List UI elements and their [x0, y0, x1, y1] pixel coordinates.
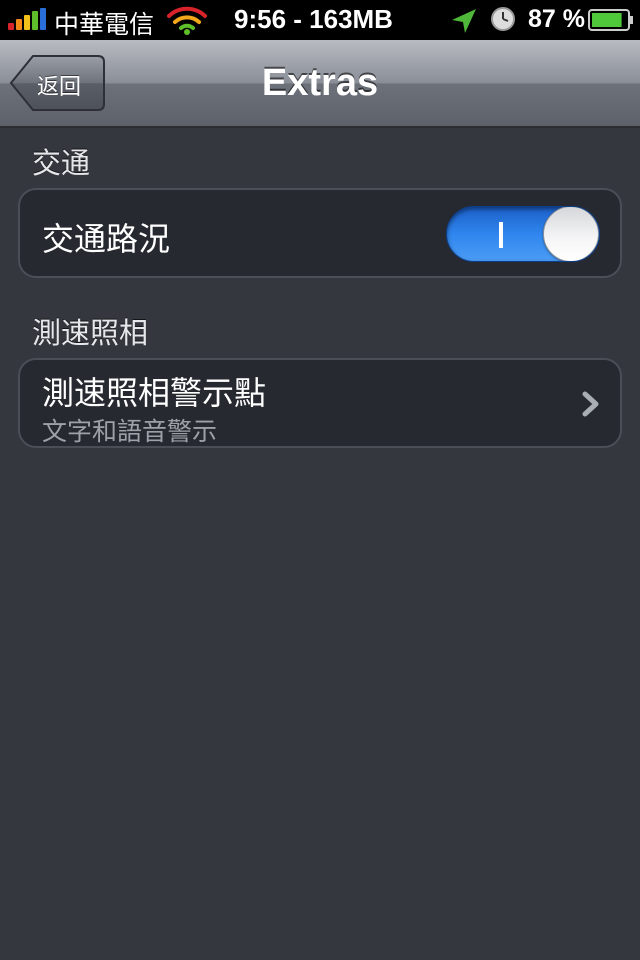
status-bar: 中華電信 9:56 - 163MB 87 %	[0, 0, 640, 40]
status-time: 9:56 - 163MB	[234, 4, 393, 34]
battery-percent: 87 %	[528, 5, 585, 33]
clock-icon	[491, 7, 515, 31]
wifi-icon	[167, 6, 207, 35]
traffic-conditions-row: 交通路況	[18, 188, 622, 278]
battery-icon	[588, 9, 633, 31]
page-title: Extras	[261, 62, 379, 104]
speed-camera-alerts-row[interactable]: 測速照相警示點 文字和語音警示	[18, 358, 622, 448]
location-arrow-icon	[452, 9, 476, 33]
navigation-bar: 返回 Extras	[0, 40, 640, 128]
section-header-speed-camera: 測速照相	[32, 316, 149, 350]
traffic-conditions-label: 交通路況	[42, 220, 171, 258]
traffic-conditions-toggle[interactable]	[446, 206, 600, 262]
toggle-on-indicator	[499, 222, 503, 248]
carrier-name: 中華電信	[54, 10, 155, 39]
chevron-right-icon	[582, 391, 599, 417]
speed-camera-alerts-subtitle: 文字和語音警示	[42, 417, 218, 446]
signal-bars-icon	[8, 8, 48, 30]
speed-camera-alerts-label: 測速照相警示點	[42, 374, 267, 412]
section-header-traffic: 交通	[32, 146, 91, 180]
toggle-knob	[543, 207, 599, 261]
